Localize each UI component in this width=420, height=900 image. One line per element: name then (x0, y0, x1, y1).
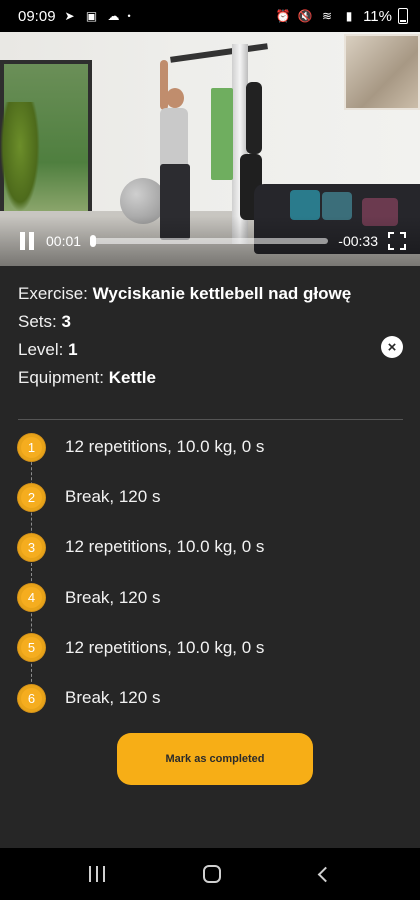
exercise-info: Exercise: Wyciskanie kettlebell nad głow… (18, 280, 408, 392)
status-bar: 09:09 ➤ ▣ ☁ • ⏰ 🔇 ≋ ▮ 11% (0, 0, 420, 32)
battery-percent: 11% (363, 7, 392, 25)
step-number-badge: 6 (18, 684, 45, 712)
level-row: Level: 1 (18, 336, 408, 364)
step-text: 12 repetitions, 10.0 kg, 0 s (65, 537, 265, 557)
step-text: Break, 120 s (65, 587, 161, 607)
step-number-badge: 5 (18, 634, 45, 662)
battery-icon (398, 8, 408, 24)
step-number-badge: 1 (18, 433, 45, 461)
sets-value: 3 (61, 312, 71, 331)
step-number-badge: 3 (18, 533, 45, 561)
video-player[interactable]: 00:01 -00:33 (0, 32, 420, 266)
step-text: 12 repetitions, 10.0 kg, 0 s (65, 437, 265, 457)
navigation-bar (0, 848, 420, 900)
video-mat (211, 88, 233, 180)
divider (18, 419, 403, 420)
close-icon: × (387, 338, 397, 356)
back-icon[interactable] (317, 866, 334, 882)
status-time: 09:09 (18, 7, 56, 25)
fullscreen-icon[interactable] (388, 232, 406, 250)
recent-apps-icon[interactable] (89, 866, 106, 882)
signal-icon: ▮ (345, 9, 353, 23)
video-controls: 00:01 -00:33 (0, 216, 420, 266)
mute-icon: 🔇 (297, 9, 313, 23)
equipment-row: Equipment: Kettle (18, 364, 408, 392)
pause-icon[interactable] (20, 232, 36, 250)
video-bag (246, 82, 262, 154)
telegram-icon: ➤ (64, 9, 75, 23)
seek-bar-thumb[interactable] (90, 235, 97, 247)
step-text: Break, 120 s (65, 688, 161, 708)
step-number-badge: 2 (18, 483, 45, 511)
cloud-icon: ☁ (107, 9, 120, 23)
level-label: Level: (18, 340, 64, 359)
list-item: 4 Break, 120 s (18, 573, 408, 623)
remaining-time: -00:33 (338, 233, 378, 249)
sets-timeline: 1 12 repetitions, 10.0 kg, 0 s 2 Break, … (18, 422, 408, 723)
exercise-row: Exercise: Wyciskanie kettlebell nad głow… (18, 280, 408, 308)
seek-bar[interactable] (90, 235, 329, 247)
home-icon[interactable] (203, 865, 222, 883)
wifi-icon: ≋ (322, 9, 333, 23)
status-bar-right: ⏰ 🔇 ≋ ▮ 11% (275, 8, 408, 25)
exercise-name: Wyciskanie kettlebell nad głowę (92, 284, 352, 303)
elapsed-time: 00:01 (46, 233, 82, 249)
level-value: 1 (68, 340, 78, 359)
step-number-badge: 4 (18, 584, 45, 612)
sets-row: Sets: 3 (18, 308, 408, 336)
video-person-body (160, 108, 188, 166)
list-item: 3 12 repetitions, 10.0 kg, 0 s (18, 522, 408, 572)
step-text: Break, 120 s (65, 487, 161, 507)
equipment-label: Equipment: (18, 368, 104, 387)
video-wall-art (344, 34, 420, 110)
notification-dot: • (127, 11, 131, 21)
list-item: 6 Break, 120 s (18, 673, 408, 723)
gallery-icon: ▣ (85, 9, 98, 23)
close-button[interactable]: × (381, 336, 403, 358)
step-text: 12 repetitions, 10.0 kg, 0 s (65, 637, 265, 657)
alarm-icon: ⏰ (275, 9, 291, 23)
video-plant (0, 102, 40, 212)
video-person-head (166, 88, 184, 108)
exercise-label: Exercise: (18, 284, 88, 303)
sets-label: Sets: (18, 312, 57, 331)
list-item: 1 12 repetitions, 10.0 kg, 0 s (18, 422, 408, 472)
list-item: 2 Break, 120 s (18, 472, 408, 522)
list-item: 5 12 repetitions, 10.0 kg, 0 s (18, 623, 408, 673)
equipment-value: Kettle (108, 368, 156, 387)
mark-completed-button[interactable]: Mark as completed (117, 733, 313, 785)
status-bar-left: 09:09 ➤ ▣ ☁ • (18, 8, 131, 25)
